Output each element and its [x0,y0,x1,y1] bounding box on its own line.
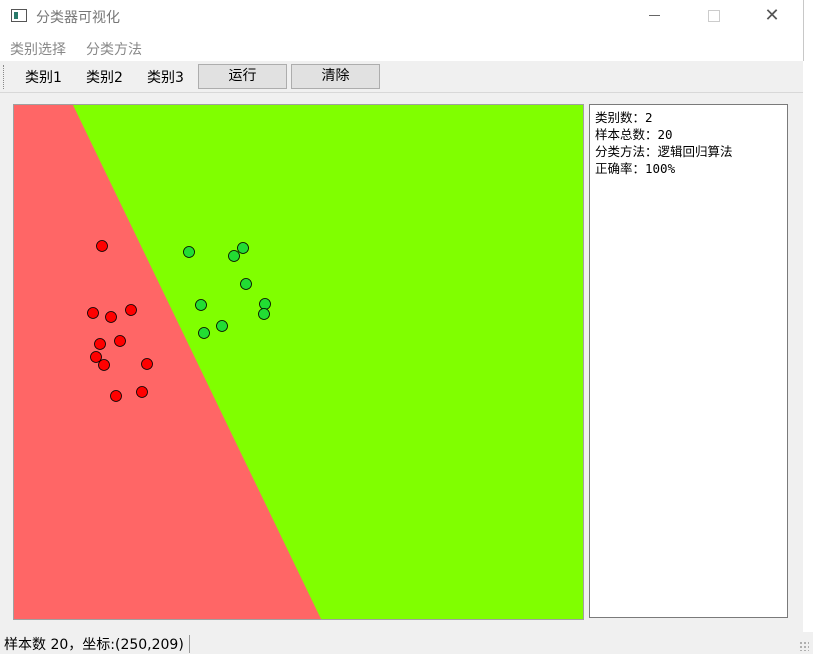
title-bar: 分类器可视化 ✕ [0,0,804,34]
class1-sample-point [98,359,110,371]
class1-sample-point [87,307,99,319]
class3-button[interactable]: 类别3 [147,67,184,87]
info-panel: 类别数：2 样本总数：20 分类方法：逻辑回归算法 正确率：100% [589,104,788,618]
info-class-count: 类别数：2 [595,110,653,125]
class2-sample-point [258,308,270,320]
menu-bar: 类别选择 分类方法 [0,34,804,61]
class2-sample-point [228,250,240,262]
class1-sample-point [125,304,137,316]
size-grip[interactable] [799,641,809,651]
class1-button[interactable]: 类别1 [25,67,62,87]
menu-category-select[interactable]: 类别选择 [10,39,66,59]
class1-sample-point [96,240,108,252]
class1-sample-point [114,335,126,347]
class1-sample-point [136,386,148,398]
class1-sample-point [105,311,117,323]
clear-button[interactable]: 清除 [291,64,380,89]
class2-sample-point [216,320,228,332]
maximize-button[interactable] [690,0,736,32]
app-icon [11,9,27,22]
class2-sample-point [195,299,207,311]
class2-sample-point [259,298,271,310]
info-sample-total: 样本总数：20 [595,127,673,142]
class2-sample-point [240,278,252,290]
status-divider [189,635,190,653]
window-right-edge [803,0,813,632]
info-accuracy: 正确率：100% [595,161,676,176]
run-button[interactable]: 运行 [198,64,287,89]
class2-button[interactable]: 类别2 [86,67,123,87]
status-bar: 样本数 20，坐标:(250,209) [0,632,813,653]
class1-sample-point [110,390,122,402]
minimize-button[interactable] [631,0,677,32]
menu-classification-method[interactable]: 分类方法 [86,39,142,59]
class2-sample-point [198,327,210,339]
status-text: 样本数 20，坐标:(250,209) [4,637,184,653]
toolbar: 类别1 类别2 类别3 运行 清除 [0,61,803,93]
class1-sample-point [141,358,153,370]
toolbar-grip[interactable] [3,65,7,89]
close-button[interactable]: ✕ [749,0,795,32]
classification-canvas[interactable] [13,104,584,620]
info-method: 分类方法：逻辑回归算法 [595,144,733,159]
class2-sample-point [183,246,195,258]
window-title: 分类器可视化 [36,10,120,26]
class2-sample-point [237,242,249,254]
class1-sample-point [94,338,106,350]
